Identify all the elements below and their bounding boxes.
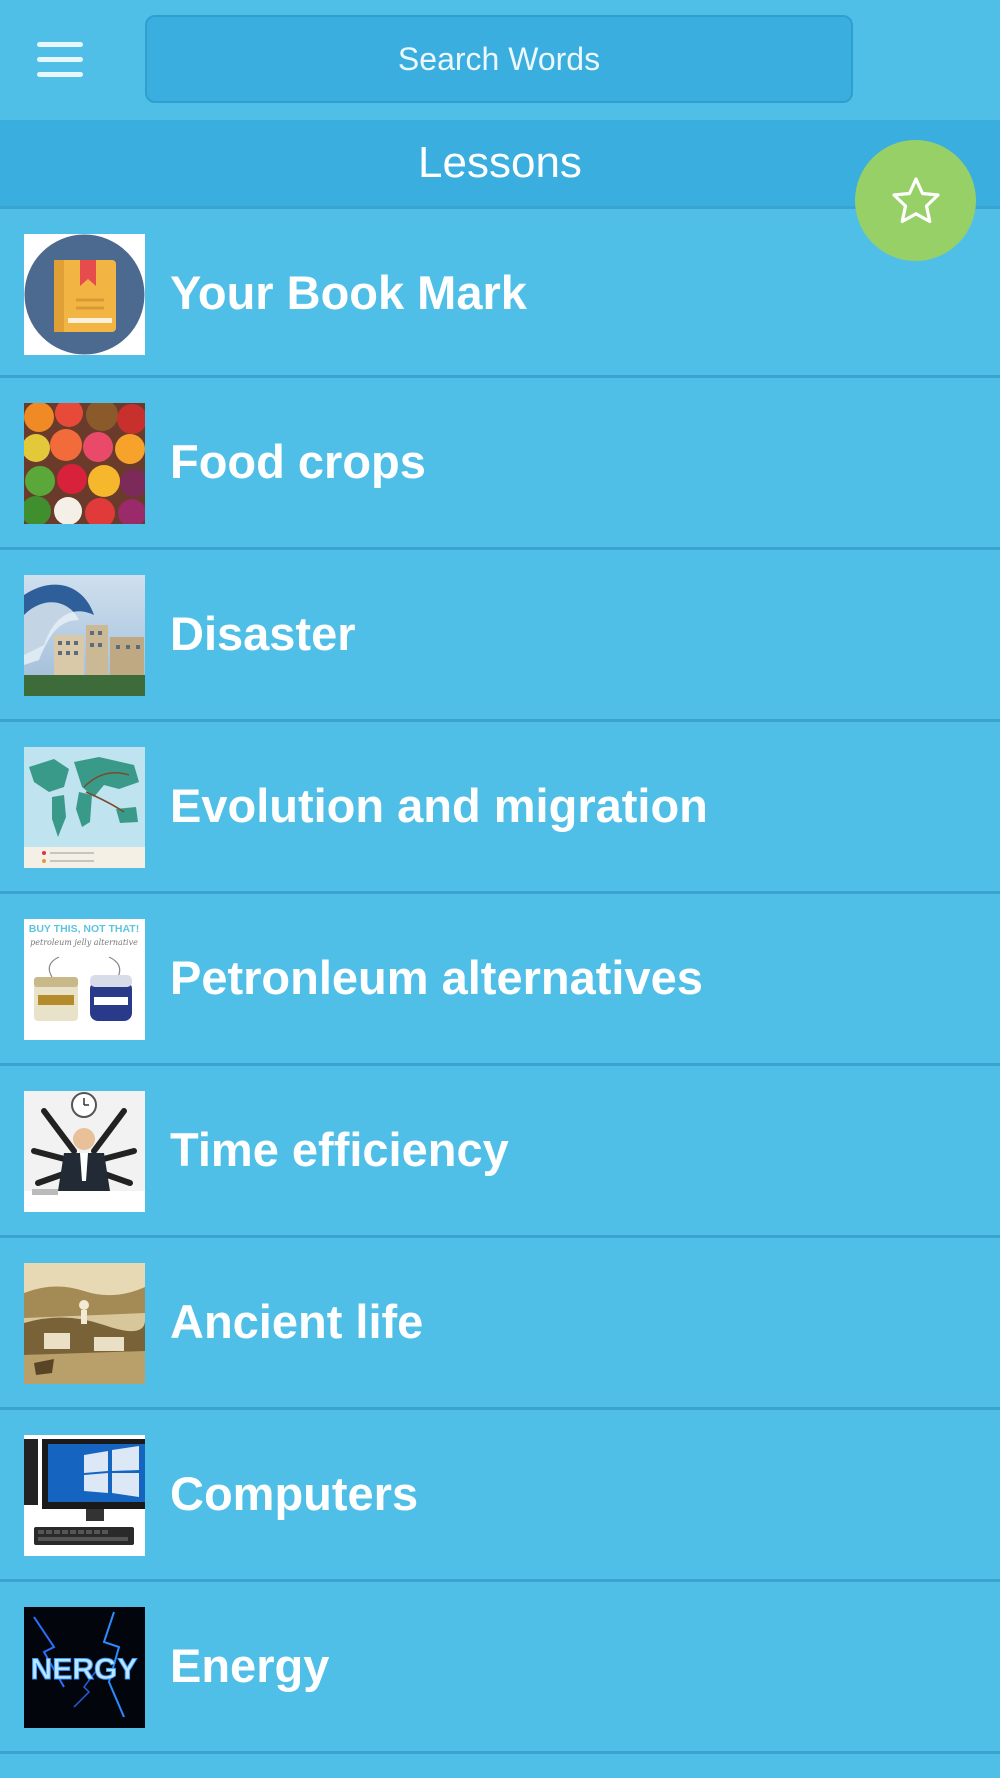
list-item-label: Your Book Mark (170, 266, 527, 319)
list-item-label: Computers (170, 1467, 419, 1520)
lesson-list: Your Book Mark Food crops Disaster Evolu… (0, 206, 1000, 1754)
petroleum-jelly-jars-image: BUY THIS, NOT THAT! petroleum jelly alte… (24, 919, 145, 1040)
multitasking-businessman-image (24, 1091, 145, 1212)
hamburger-menu-icon[interactable] (30, 38, 90, 82)
svg-text:NERGY: NERGY (31, 1653, 138, 1686)
list-item[interactable]: BUY THIS, NOT THAT! petroleum jelly alte… (0, 894, 1000, 1066)
list-item[interactable]: Evolution and migration (0, 722, 1000, 894)
list-item-label: Time efficiency (170, 1123, 509, 1176)
desktop-computer-image (24, 1435, 145, 1556)
world-migration-map-image (24, 747, 145, 868)
list-item-label: Food crops (170, 435, 426, 488)
page-title: Lessons (0, 120, 1000, 206)
list-item[interactable]: Disaster (0, 550, 1000, 722)
favorite-button[interactable] (855, 140, 976, 261)
list-item[interactable]: Time efficiency (0, 1066, 1000, 1238)
search-input[interactable]: Search Words (145, 15, 853, 103)
ancient-scene-painting-image (24, 1263, 145, 1384)
svg-text:petroleum jelly alternative: petroleum jelly alternative (30, 938, 138, 947)
list-item[interactable]: Your Book Mark (0, 206, 1000, 378)
list-item[interactable]: Computers (0, 1410, 1000, 1582)
tsunami-wave-image (24, 575, 145, 696)
svg-text:BUY THIS, NOT THAT!: BUY THIS, NOT THAT! (29, 923, 139, 935)
star-icon (891, 176, 940, 223)
list-item-label: Energy (170, 1639, 330, 1692)
energy-lightning-text-image: NERGY (24, 1607, 145, 1728)
bookmark-book-icon (24, 234, 145, 355)
list-item[interactable]: Food crops (0, 378, 1000, 550)
fruits-vegetables-image (24, 403, 145, 524)
top-bar: Search Words (0, 0, 1000, 120)
list-item-label: Ancient life (170, 1295, 424, 1348)
list-item-label: Petronleum alternatives (170, 951, 703, 1004)
list-item[interactable]: Ancient life (0, 1238, 1000, 1410)
list-item-label: Disaster (170, 607, 356, 660)
list-item-label: Evolution and migration (170, 779, 708, 832)
list-item[interactable]: NERGY Energy (0, 1582, 1000, 1754)
